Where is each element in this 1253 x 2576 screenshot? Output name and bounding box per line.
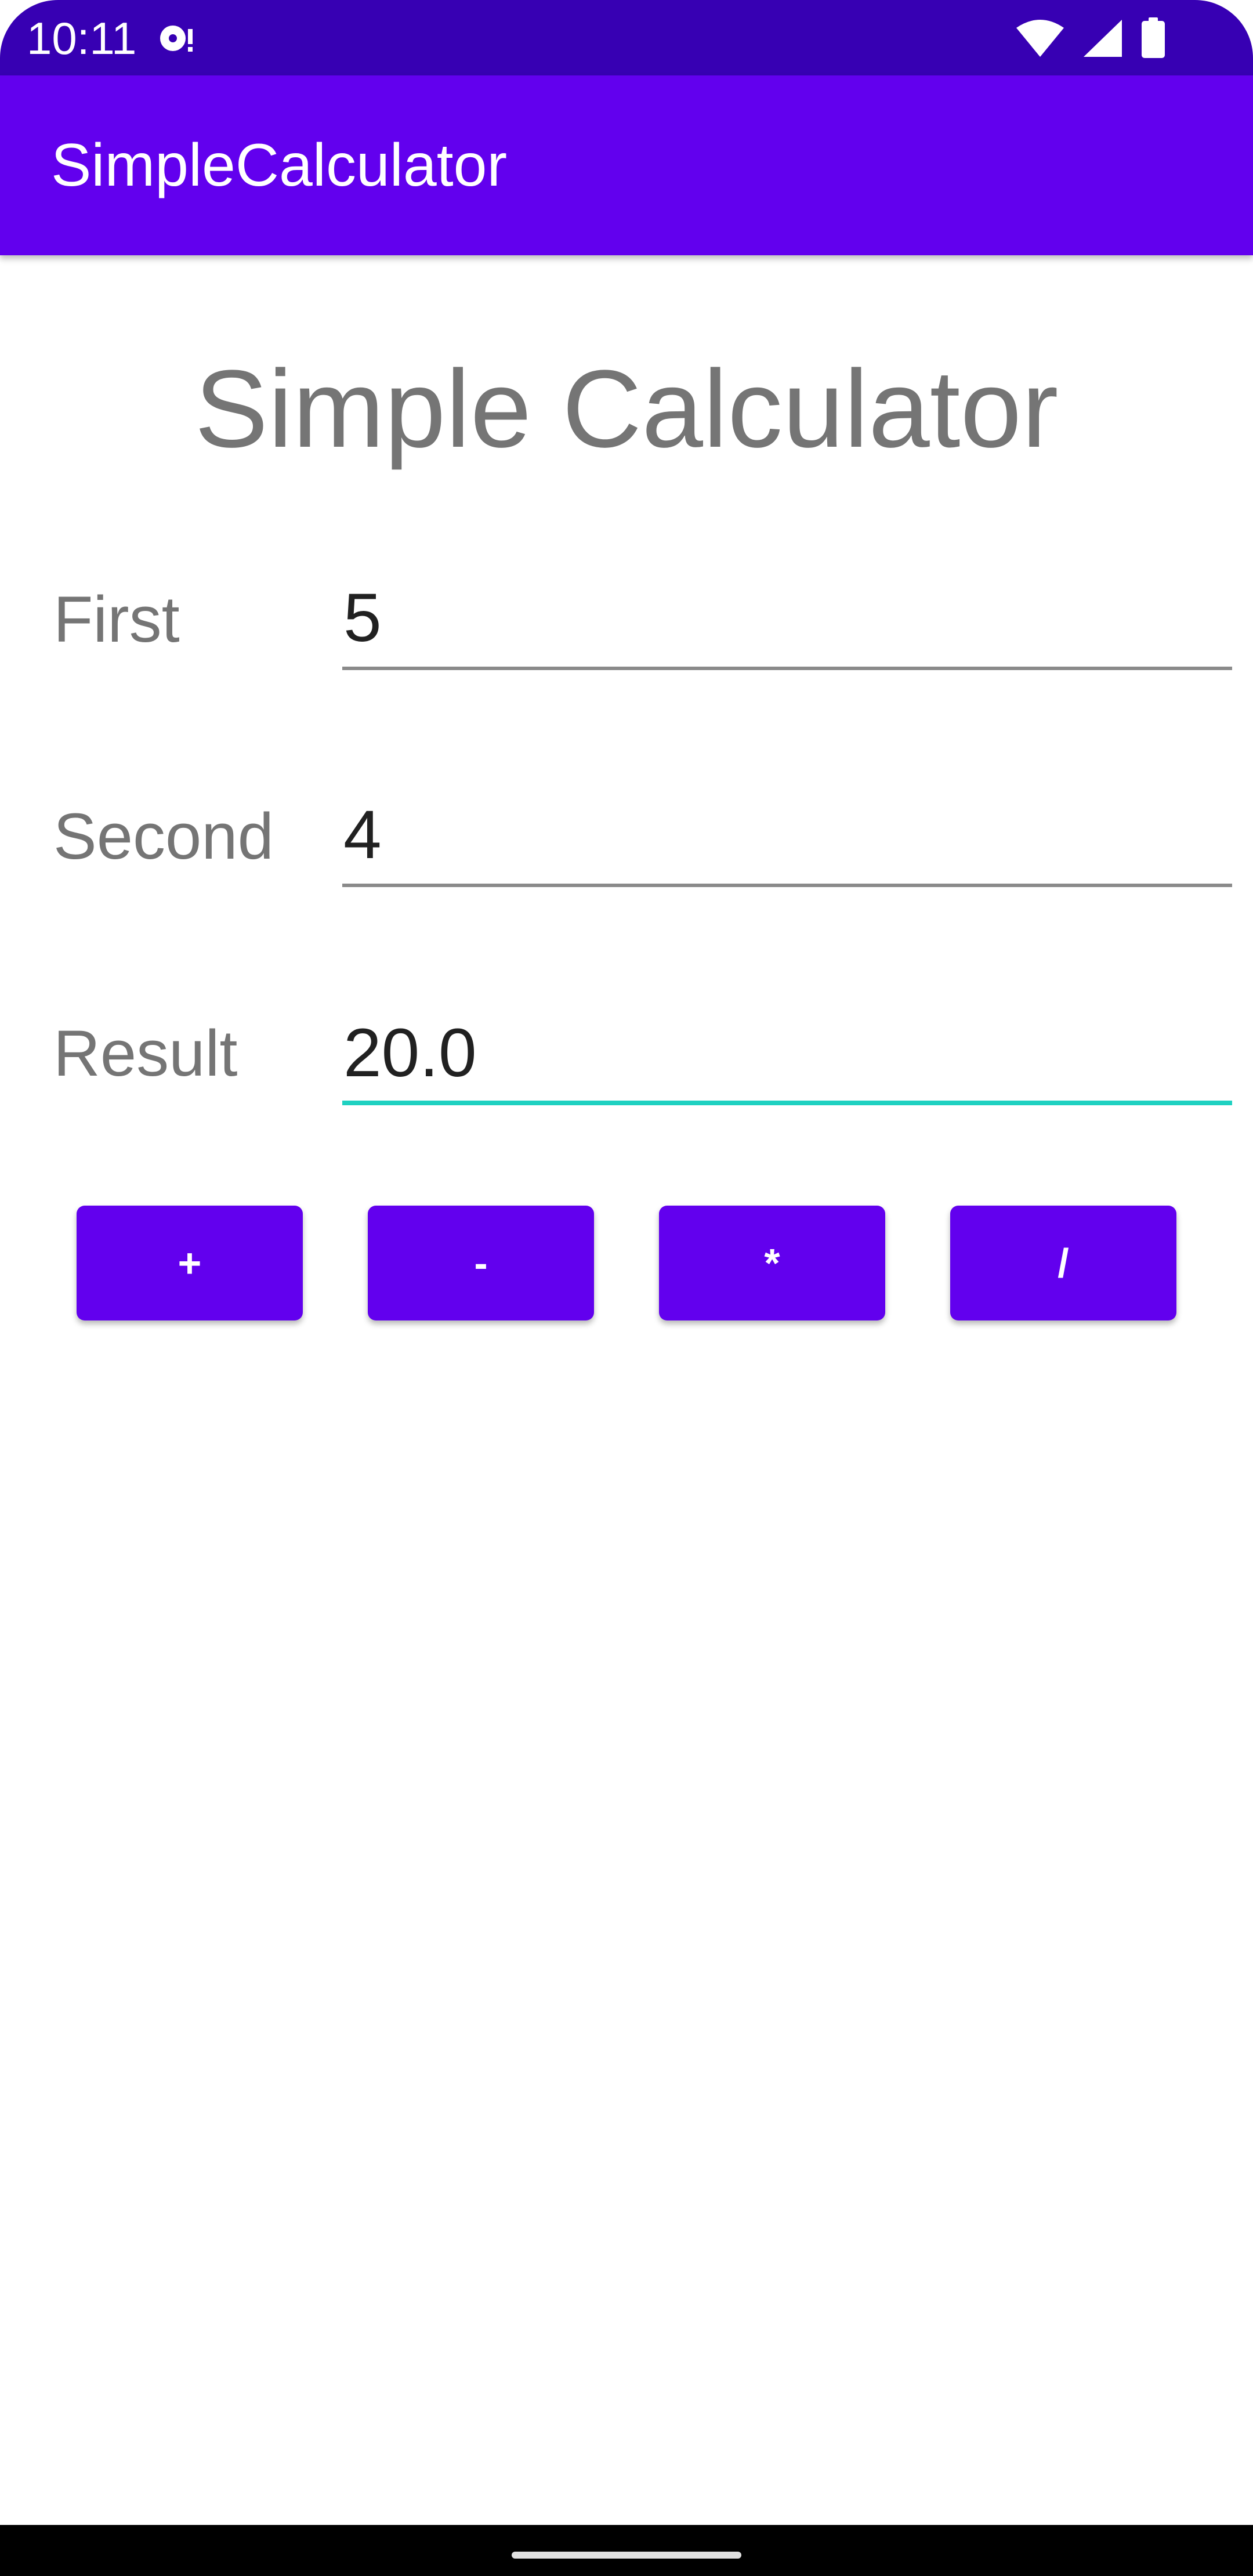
battery-icon (1142, 17, 1165, 58)
page-heading: Simple Calculator (194, 348, 1059, 471)
media-notification-icon (160, 26, 193, 52)
wifi-icon (1016, 20, 1064, 57)
status-bar: 10:11 (0, 0, 1253, 75)
multiply-button[interactable]: * (659, 1206, 885, 1320)
first-label: First (53, 583, 180, 656)
home-gesture-handle[interactable] (512, 2552, 741, 2559)
second-number-input[interactable]: 4 (342, 794, 1232, 887)
screen: 10:11 SimpleCalculator Simple Calculator… (0, 0, 1253, 2576)
app-title: SimpleCalculator (51, 132, 508, 199)
subtract-button[interactable]: - (368, 1206, 594, 1320)
status-icons (1015, 16, 1166, 60)
result-label: Result (53, 1017, 238, 1090)
second-label: Second (53, 800, 274, 873)
app-bar: SimpleCalculator (0, 75, 1253, 255)
divide-button[interactable]: / (950, 1206, 1176, 1320)
status-time: 10:11 (27, 13, 137, 64)
add-button[interactable]: + (77, 1206, 303, 1320)
navigation-bar (0, 2525, 1253, 2576)
signal-icon (1084, 20, 1122, 57)
first-number-input[interactable]: 5 (342, 577, 1232, 670)
result-input[interactable]: 20.0 (342, 1012, 1232, 1105)
